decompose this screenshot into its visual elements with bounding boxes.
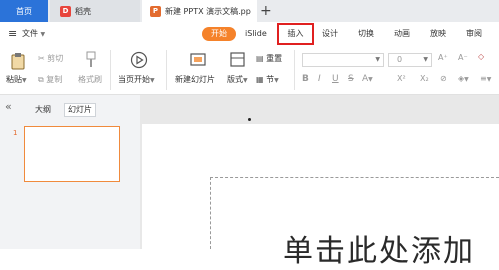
paste-label: 粘贴: [6, 75, 22, 84]
font-size-value: 0: [397, 55, 403, 64]
text-effect-icon[interactable]: ◈▼: [458, 74, 469, 83]
reset-icon: ▤: [256, 54, 264, 63]
superscript-button[interactable]: X²: [397, 74, 406, 83]
file-menu-label: 文件: [22, 29, 38, 38]
thumbnail-number: 1: [13, 129, 18, 137]
daoke-logo-icon: D: [60, 5, 71, 17]
tab-insert[interactable]: 插入: [277, 23, 314, 45]
copy-button[interactable]: ⧉ 复制: [38, 74, 62, 85]
file-menu[interactable]: 文件 ▼: [22, 22, 45, 46]
shrink-font-button[interactable]: A⁻: [458, 53, 468, 62]
slide-thumbnail[interactable]: [24, 126, 120, 182]
divider: [110, 50, 111, 90]
play-from-current-label: 当页开始: [118, 75, 150, 84]
layout-icon[interactable]: [230, 52, 246, 68]
tab-start[interactable]: 开始: [202, 27, 236, 41]
font-color-button[interactable]: A▼: [362, 74, 373, 84]
subscript-button[interactable]: X₂: [420, 74, 429, 83]
cut-button[interactable]: ✂ 剪切: [38, 53, 63, 64]
cut-label: 剪切: [47, 54, 64, 63]
new-slide-icon[interactable]: [190, 52, 208, 68]
tab-slideshow[interactable]: 放映: [430, 22, 446, 46]
tab-home[interactable]: 首页: [0, 0, 48, 22]
tab-design[interactable]: 设计: [322, 22, 338, 46]
chevron-down-icon: ▼: [22, 77, 27, 84]
section-icon: ▦: [256, 75, 264, 84]
tab-document[interactable]: P 新建 PPTX 演示文稿.pp: [142, 0, 257, 22]
bold-button[interactable]: B: [302, 74, 309, 84]
format-painter-label[interactable]: 格式刷: [78, 74, 102, 85]
play-icon[interactable]: [130, 51, 148, 69]
tab-document-label: 新建 PPTX 演示文稿.pp: [165, 6, 251, 16]
divider: [294, 50, 295, 90]
hamburger-menu-icon[interactable]: ≡: [8, 22, 17, 46]
reset-label: 重置: [266, 54, 283, 63]
layout-label: 版式: [227, 75, 243, 84]
tab-islide[interactable]: iSlide: [245, 22, 267, 46]
highlight-icon[interactable]: ⊘: [440, 74, 447, 83]
tab-review[interactable]: 审阅: [466, 22, 482, 46]
collapse-pane-icon[interactable]: «: [5, 100, 12, 113]
format-painter-icon[interactable]: [84, 51, 98, 69]
new-tab-icon[interactable]: +: [260, 3, 272, 19]
ribbon-toolbar: 粘贴▼ ✂ 剪切 ⧉ 复制 格式刷 当页开始▼ 新建幻灯片 版式▼ ▤ 重置 ▦…: [0, 46, 499, 95]
title-bar: 首页 D 稻壳 P 新建 PPTX 演示文稿.pp +: [0, 0, 499, 22]
menu-bar: ≡ 文件 ▼ 开始 iSlide 插入 设计 切换 动画 放映 审阅: [0, 22, 499, 63]
tab-slides[interactable]: 幻灯片: [64, 103, 96, 117]
font-name-select[interactable]: ▼: [302, 53, 384, 67]
tab-daoke-label: 稻壳: [75, 6, 91, 16]
tab-outline[interactable]: 大纲: [35, 104, 51, 115]
grow-font-button[interactable]: A⁺: [438, 53, 448, 62]
copy-icon: ⧉: [38, 75, 44, 84]
chevron-down-icon: ▼: [423, 56, 428, 63]
char-spacing-icon[interactable]: ≡▼: [480, 74, 491, 83]
divider: [166, 50, 167, 90]
tab-animation[interactable]: 动画: [394, 22, 410, 46]
paste-icon[interactable]: [10, 52, 26, 70]
paste-button[interactable]: 粘贴▼: [6, 74, 27, 85]
copy-label: 复制: [46, 75, 63, 84]
tab-home-label: 首页: [16, 6, 32, 16]
cursor-dot: [248, 118, 251, 121]
new-slide-label[interactable]: 新建幻灯片: [175, 74, 215, 85]
clear-format-icon[interactable]: ◇: [478, 52, 484, 61]
pptx-file-icon: P: [150, 5, 161, 17]
reset-button[interactable]: ▤ 重置: [256, 53, 282, 64]
tab-switch[interactable]: 切换: [358, 22, 374, 46]
scissors-icon: ✂: [38, 54, 45, 63]
play-from-current-button[interactable]: 当页开始▼: [118, 74, 155, 85]
strikethrough-button[interactable]: S: [348, 74, 354, 84]
section-label: 节: [266, 75, 275, 84]
chevron-down-icon: ▼: [150, 77, 155, 84]
font-size-select[interactable]: 0 ▼: [388, 53, 432, 67]
layout-button[interactable]: 版式▼: [227, 74, 248, 85]
italic-button[interactable]: I: [318, 74, 321, 84]
section-button[interactable]: ▦ 节▼: [256, 74, 279, 85]
chevron-down-icon: ▼: [40, 31, 46, 38]
chevron-down-icon: ▼: [375, 56, 380, 63]
chevron-down-icon: ▼: [274, 77, 279, 84]
title-placeholder-text: 单击此处添加: [283, 234, 475, 269]
chevron-down-icon: ▼: [243, 77, 248, 84]
underline-button[interactable]: U: [332, 74, 339, 84]
tab-daoke[interactable]: D 稻壳: [50, 0, 140, 22]
